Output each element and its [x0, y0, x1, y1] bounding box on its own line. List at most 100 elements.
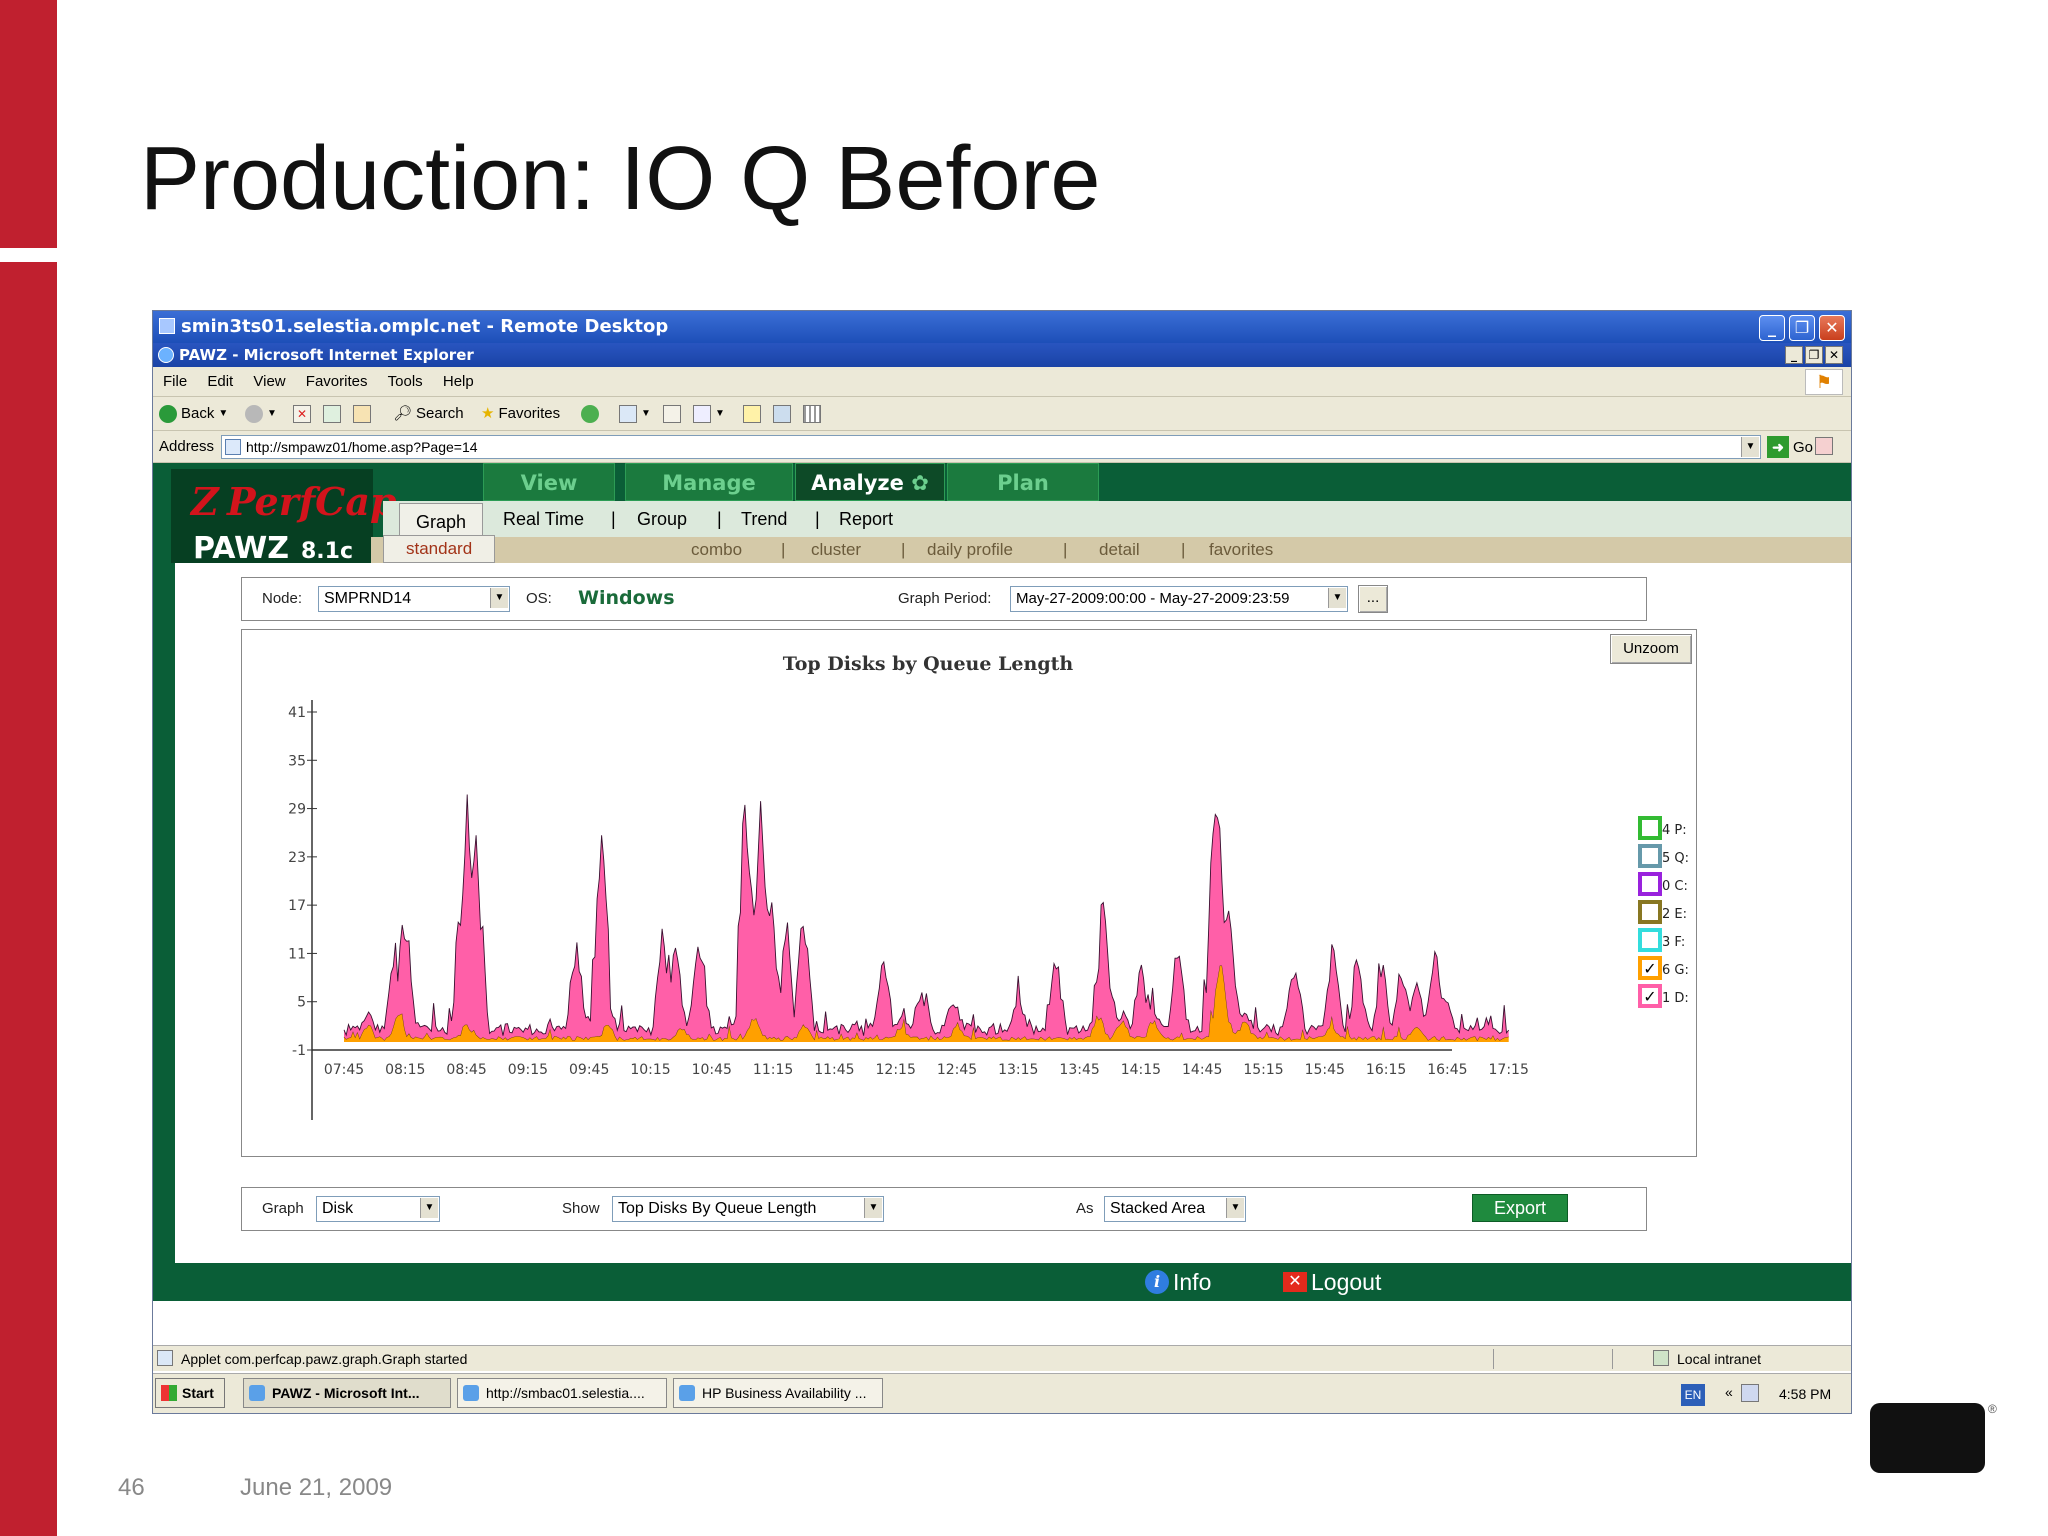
- restore-button[interactable]: ❐: [1789, 315, 1815, 341]
- subtab-group[interactable]: Group: [637, 501, 687, 537]
- back-dropdown-icon[interactable]: ▼: [218, 397, 228, 431]
- menu-file[interactable]: File: [163, 373, 187, 390]
- subtab-graph[interactable]: Graph: [399, 503, 484, 535]
- remote-desktop-title: smin3ts01.selestia.omplc.net - Remote De…: [181, 316, 669, 337]
- chevron-down-icon: ▼: [420, 1198, 438, 1218]
- period-picker-button[interactable]: ...: [1358, 585, 1388, 613]
- graph-period-select[interactable]: May-27-2009:00:00 - May-27-2009:23:59 ▼: [1010, 586, 1348, 612]
- view-mode-nav: standard combo | cluster | daily profile…: [371, 535, 1851, 563]
- history-button[interactable]: [581, 397, 599, 431]
- links-icon[interactable]: [1815, 437, 1833, 455]
- show-select[interactable]: Top Disks By Queue Length ▼: [612, 1196, 884, 1222]
- close-button[interactable]: ✕: [1819, 315, 1845, 341]
- ie-icon: [679, 1385, 695, 1401]
- mode-favorites[interactable]: favorites: [1209, 537, 1273, 563]
- go-button[interactable]: ➜ Go: [1767, 435, 1813, 459]
- menu-bar: File Edit View Favorites Tools Help ⚑: [153, 367, 1851, 397]
- browser-minimize-button[interactable]: _: [1785, 346, 1803, 364]
- subtab-realtime[interactable]: Real Time: [503, 501, 584, 537]
- address-dropdown-icon[interactable]: ▼: [1741, 437, 1759, 457]
- x-tick-label: 13:15: [998, 1062, 1038, 1078]
- chevron-down-icon: ▼: [864, 1198, 882, 1218]
- tab-view[interactable]: View: [483, 463, 615, 501]
- start-button[interactable]: Start: [155, 1378, 225, 1408]
- mode-standard[interactable]: standard: [383, 535, 496, 563]
- info-link[interactable]: i Info: [1145, 1267, 1211, 1297]
- minimize-button[interactable]: _: [1759, 315, 1785, 341]
- address-input[interactable]: http://smpawz01/home.asp?Page=14 ▼: [221, 435, 1761, 459]
- graph-type-select[interactable]: Disk ▼: [316, 1196, 440, 1222]
- node-select[interactable]: SMPRND14 ▼: [318, 586, 510, 612]
- x-tick-label: 16:15: [1366, 1062, 1406, 1078]
- print-button[interactable]: [663, 397, 681, 431]
- logo-mark: Z: [191, 479, 219, 524]
- hp-logo: [1870, 1403, 1985, 1473]
- search-icon: 🔎︎: [393, 405, 413, 422]
- menu-edit[interactable]: Edit: [207, 373, 233, 390]
- show-label: Show: [562, 1200, 600, 1217]
- tray-expand-button[interactable]: «: [1725, 1384, 1733, 1400]
- ie-icon: [249, 1385, 265, 1401]
- menu-view[interactable]: View: [253, 373, 285, 390]
- go-arrow-icon: ➜: [1767, 436, 1789, 458]
- refresh-button[interactable]: [323, 397, 341, 431]
- edit-button[interactable]: ▼: [693, 397, 725, 431]
- x-tick-label: 11:15: [753, 1062, 793, 1078]
- legend-check-icon: ✓: [1643, 961, 1656, 978]
- menu-favorites[interactable]: Favorites: [306, 373, 368, 390]
- stop-button[interactable]: ✕: [293, 397, 311, 431]
- x-tick-label: 10:15: [630, 1062, 670, 1078]
- menu-help[interactable]: Help: [443, 373, 474, 390]
- browser-close-button[interactable]: ✕: [1825, 346, 1843, 364]
- home-button[interactable]: [353, 397, 371, 431]
- logout-link[interactable]: ✕ Logout: [1283, 1267, 1381, 1297]
- legend-checkbox: [1638, 928, 1662, 952]
- mode-cluster[interactable]: cluster: [811, 537, 861, 563]
- subtab-trend[interactable]: Trend: [741, 501, 787, 537]
- x-tick-label: 09:15: [508, 1062, 548, 1078]
- tab-plan[interactable]: Plan: [947, 463, 1099, 501]
- forward-button[interactable]: ▼: [245, 397, 277, 431]
- applet-icon: [157, 1350, 173, 1366]
- address-bar: Address http://smpawz01/home.asp?Page=14…: [153, 431, 1851, 463]
- forward-dropdown-icon[interactable]: ▼: [267, 397, 277, 431]
- task-smbac01[interactable]: http://smbac01.selestia....: [457, 1378, 667, 1408]
- discuss-button[interactable]: [743, 397, 761, 431]
- os-label: OS:: [526, 590, 552, 607]
- ie-icon: [158, 347, 174, 363]
- mail-button[interactable]: ▼: [619, 397, 651, 431]
- queue-length-chart[interactable]: Top Disks by Queue Length -1 5 11 17 23 29 35 41…: [242, 630, 1698, 1158]
- language-indicator[interactable]: EN: [1681, 1384, 1705, 1406]
- mode-detail[interactable]: detail: [1099, 537, 1140, 563]
- menu-tools[interactable]: Tools: [388, 373, 423, 390]
- tab-analyze[interactable]: Analyze ✿: [795, 463, 945, 501]
- back-button[interactable]: Back ▼: [159, 397, 228, 431]
- favorites-button[interactable]: ★ Favorites: [481, 397, 560, 431]
- y-tick-label: 41: [288, 705, 306, 721]
- task-hp-business[interactable]: HP Business Availability ...: [673, 1378, 883, 1408]
- taskbar: Start PAWZ - Microsoft Int... http://smb…: [153, 1373, 1851, 1413]
- as-select[interactable]: Stacked Area ▼: [1104, 1196, 1246, 1222]
- intranet-icon: [1653, 1350, 1669, 1366]
- chevron-down-icon: ▼: [1226, 1198, 1244, 1218]
- x-tick-label: 08:45: [446, 1062, 486, 1078]
- chart-title: Top Disks by Queue Length: [783, 653, 1074, 675]
- grid-button[interactable]: [803, 397, 821, 431]
- tab-manage[interactable]: Manage: [625, 463, 793, 501]
- search-button[interactable]: 🔎︎ Search: [393, 397, 464, 431]
- page-left-border: [153, 563, 175, 1263]
- task-pawz[interactable]: PAWZ - Microsoft Int...: [243, 1378, 451, 1408]
- legend-check-icon: ✓: [1643, 989, 1656, 1006]
- legend-checkbox: [1638, 816, 1662, 840]
- mode-combo[interactable]: combo: [691, 537, 742, 563]
- browser-restore-button[interactable]: ❐: [1805, 346, 1823, 364]
- messenger-button[interactable]: [773, 397, 791, 431]
- tray-icon[interactable]: [1741, 1384, 1759, 1402]
- logout-icon: ✕: [1283, 1272, 1307, 1292]
- x-tick-label: 12:15: [876, 1062, 916, 1078]
- footer-bar: i Info ✕ Logout: [153, 1263, 1851, 1301]
- subtab-report[interactable]: Report: [839, 501, 893, 537]
- graph-period-label: Graph Period:: [898, 590, 992, 607]
- mode-daily-profile[interactable]: daily profile: [927, 537, 1013, 563]
- export-button[interactable]: Export: [1472, 1194, 1568, 1222]
